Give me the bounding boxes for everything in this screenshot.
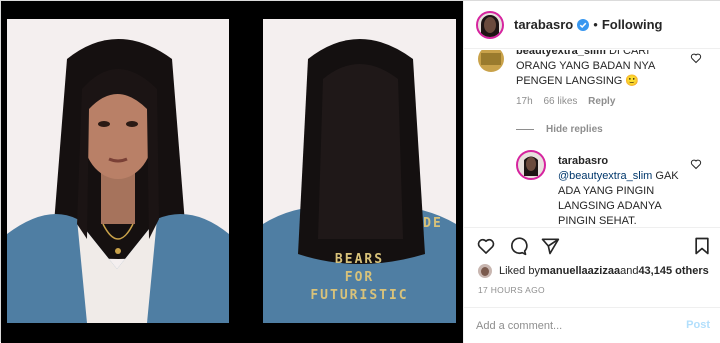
verified-badge-icon bbox=[577, 18, 590, 31]
post-actions bbox=[464, 227, 720, 261]
post-photo[interactable]: BEARS FOR FUTURISTIC DE bbox=[1, 1, 463, 343]
reply-button[interactable]: Reply bbox=[588, 96, 615, 107]
reply-username[interactable]: tarabasro bbox=[558, 154, 686, 169]
comment-username[interactable]: beautyextra_slim bbox=[516, 50, 606, 57]
likes-others[interactable]: 43,145 others bbox=[638, 265, 708, 277]
comment-age: 17h bbox=[516, 96, 533, 107]
reply-body: tarabasro @beautyextra_slim GAK ADA YANG… bbox=[558, 154, 686, 224]
reply-like-heart-icon[interactable] bbox=[690, 158, 702, 170]
comments-list: beautyextra_slim DI CARI ORANG YANG BADA… bbox=[464, 50, 720, 224]
jacket-text-partial: DE bbox=[423, 216, 443, 231]
separator: • bbox=[593, 17, 598, 32]
instagram-post: BEARS FOR FUTURISTIC DE tarabasro • Foll… bbox=[0, 0, 720, 343]
likes-connector: and bbox=[620, 265, 639, 277]
portrait-front bbox=[7, 19, 229, 323]
comment-icon[interactable] bbox=[508, 236, 528, 256]
post-button[interactable]: Post bbox=[686, 319, 710, 331]
comment-likes[interactable]: 66 likes bbox=[543, 96, 577, 107]
liker-avatar[interactable] bbox=[478, 264, 492, 278]
save-bookmark-icon[interactable] bbox=[692, 236, 712, 256]
comment-avatar[interactable] bbox=[478, 50, 504, 72]
portrait-back: BEARS FOR FUTURISTIC DE bbox=[263, 19, 456, 323]
share-icon[interactable] bbox=[540, 236, 560, 256]
comment-meta: 17h 66 likes Reply bbox=[516, 96, 623, 107]
header-username[interactable]: tarabasro bbox=[514, 17, 573, 32]
likes-prefix: Liked by bbox=[499, 265, 540, 277]
comment-body: beautyextra_slim DI CARI ORANG YANG BADA… bbox=[516, 50, 686, 89]
hide-replies-line bbox=[516, 129, 534, 130]
post-timestamp[interactable]: 17 HOURS AGO bbox=[478, 285, 545, 295]
reply-avatar[interactable] bbox=[516, 150, 546, 180]
jacket-line-2: FOR bbox=[344, 270, 375, 285]
heart-icon[interactable] bbox=[476, 236, 496, 256]
post-header: tarabasro • Following bbox=[464, 1, 720, 49]
jacket-line-3: FUTURISTIC bbox=[310, 288, 409, 303]
add-comment-input[interactable] bbox=[476, 318, 666, 334]
hide-replies-button[interactable]: Hide replies bbox=[546, 124, 603, 135]
likes-summary: Liked by manuellaazizaa and 43,145 other… bbox=[478, 264, 709, 278]
comment-like-heart-icon[interactable] bbox=[690, 52, 702, 64]
reply-mention[interactable]: @beautyextra_slim bbox=[558, 170, 652, 182]
add-comment-row: Post bbox=[464, 307, 720, 343]
jacket-line-1: BEARS bbox=[334, 252, 385, 267]
avatar[interactable] bbox=[476, 10, 504, 39]
following-button[interactable]: Following bbox=[602, 17, 663, 32]
jacket-text: BEARS FOR FUTURISTIC bbox=[263, 251, 456, 305]
liker-username[interactable]: manuellaazizaa bbox=[540, 265, 620, 277]
post-side-panel: tarabasro • Following beautyextra_slim D… bbox=[463, 1, 720, 343]
